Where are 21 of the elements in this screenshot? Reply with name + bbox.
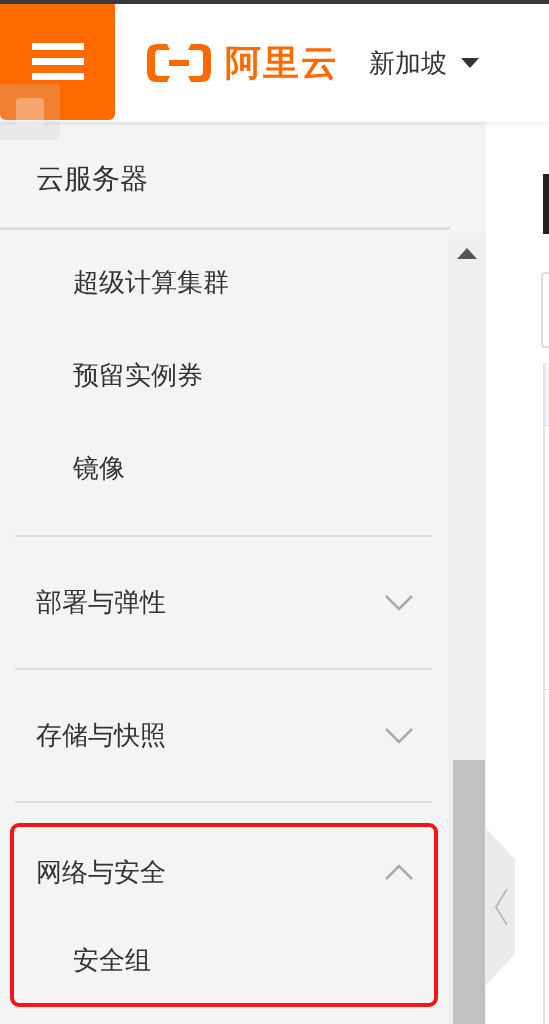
sidebar-title: 云服务器: [0, 122, 450, 230]
region-dropdown[interactable]: 新加坡: [369, 45, 479, 81]
menu-button[interactable]: [0, 4, 115, 120]
scrollbar-thumb[interactable]: [453, 760, 485, 1024]
chevron-down-icon: [384, 726, 414, 745]
caret-icon: [461, 58, 479, 68]
logo-icon: [145, 42, 213, 84]
menu-item[interactable]: 安全组: [14, 917, 434, 1003]
menu-group[interactable]: 部署与弹性: [0, 537, 448, 668]
chevron-left-icon: [493, 887, 508, 926]
menu-group[interactable]: 存储与快照: [0, 670, 448, 801]
chevron-down-icon: [384, 593, 414, 612]
menu-item[interactable]: 预留实例券: [0, 329, 448, 422]
menu-icon: [31, 43, 84, 81]
scroll-up-icon[interactable]: [457, 248, 477, 259]
scrollbar[interactable]: [448, 233, 486, 1024]
menu-item[interactable]: 镜像: [0, 422, 448, 515]
menu-group[interactable]: 网络与安全: [14, 827, 434, 917]
logo-text: 阿里云: [225, 40, 339, 85]
menu-item[interactable]: 超级计算集群: [0, 236, 448, 329]
chevron-up-icon: [384, 863, 414, 881]
